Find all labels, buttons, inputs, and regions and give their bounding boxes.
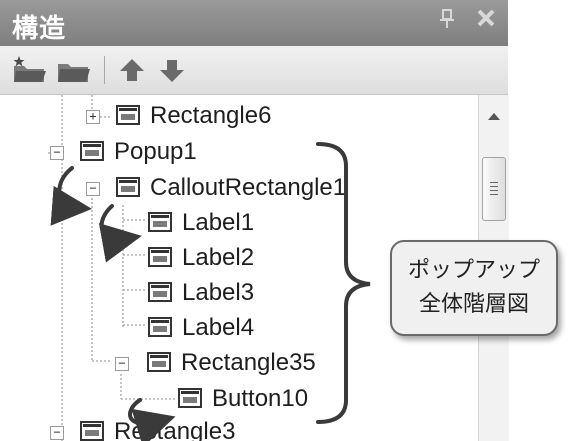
- annotation-callout: ポップアップ 全体階層図: [390, 240, 558, 336]
- indent-arrow-icon: [50, 166, 92, 226]
- indent-arrow-icon: [128, 398, 176, 441]
- annotation-overlay: [50, 142, 371, 441]
- hierarchy-brace: [316, 142, 371, 424]
- callout-line-2: 全体階層図: [418, 292, 529, 317]
- indent-arrow-icon: [98, 204, 142, 263]
- callout-line-1: ポップアップ: [407, 258, 540, 283]
